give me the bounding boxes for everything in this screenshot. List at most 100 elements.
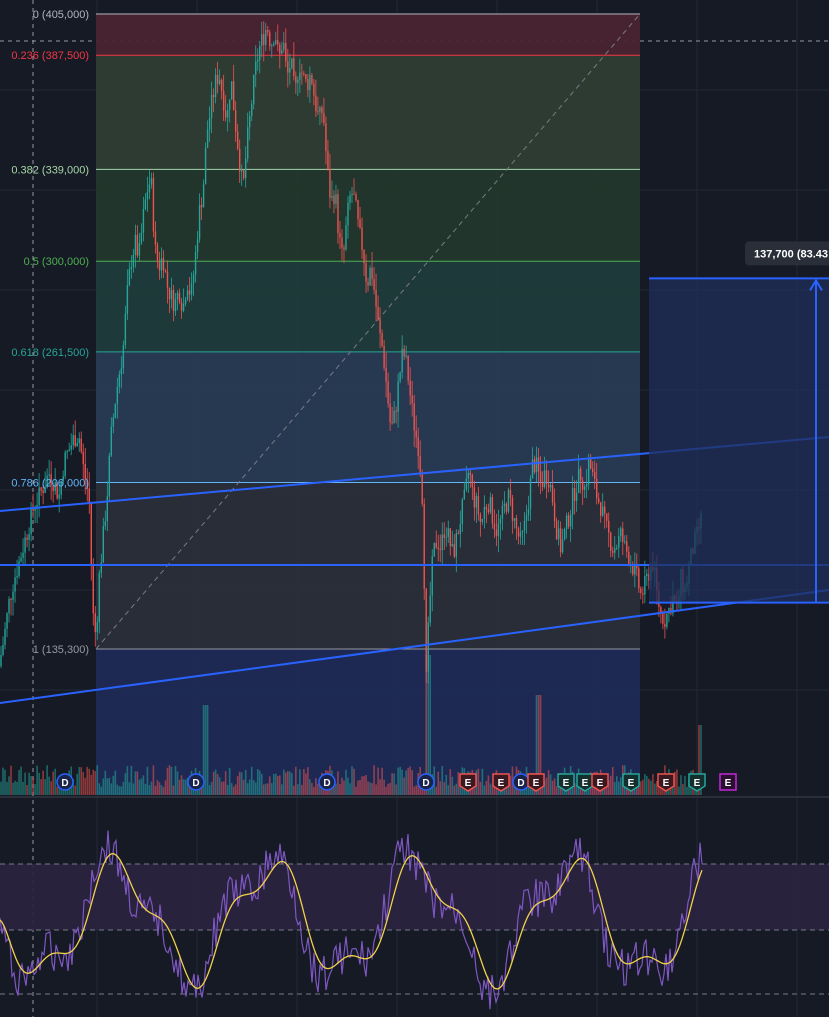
volume-bar [619, 777, 622, 795]
event-badge-label: E [498, 778, 505, 789]
volume-bar [363, 776, 365, 795]
candle-body [192, 274, 195, 284]
candle-body [257, 60, 259, 62]
candle-body [463, 489, 466, 500]
candle-body [389, 403, 391, 423]
candle-body [628, 551, 630, 564]
candle-body [48, 474, 50, 476]
candle-body [517, 528, 520, 537]
volume-bar [174, 766, 177, 795]
candle-body [297, 79, 299, 83]
chart-area[interactable]: 137,700 (83.43 DDDDEEDEEEEEEEE 0 (405,00… [0, 0, 829, 1017]
volume-bar [224, 771, 227, 795]
volume-bar [228, 767, 231, 795]
volume-bar [281, 784, 283, 795]
candle-body [626, 541, 628, 552]
event-badge-dividend[interactable]: D [512, 773, 530, 791]
candle-body [589, 458, 592, 469]
candle-body [415, 430, 417, 438]
volume-bar [166, 767, 169, 795]
volume-bar [297, 784, 299, 795]
volume-bar [485, 780, 488, 795]
candle-body [533, 459, 536, 473]
candle-body [146, 191, 149, 200]
candle-body [357, 200, 359, 220]
candle-body [130, 267, 133, 270]
volume-bar [435, 786, 438, 795]
candle-body [638, 568, 640, 589]
volume-bar [311, 783, 313, 795]
candle-body [421, 473, 423, 504]
volume-bar [648, 778, 650, 795]
volume-bar [164, 780, 167, 795]
candle-body [393, 410, 395, 424]
candle-body [118, 374, 121, 387]
candle-body [303, 73, 305, 75]
volume-bar [120, 786, 123, 795]
candle-body [166, 271, 169, 288]
candle-body [491, 497, 494, 524]
candle-body [531, 459, 534, 479]
volume-bar [54, 768, 56, 795]
candle-body [443, 534, 445, 538]
candle-body [160, 258, 163, 271]
candle-body [158, 260, 161, 271]
volume-bar [30, 776, 32, 795]
candle-body [505, 503, 508, 512]
candle-body [333, 195, 335, 204]
candle-body [200, 204, 203, 208]
candle-body [114, 403, 117, 418]
candle-body [208, 117, 211, 130]
volume-bar [128, 782, 131, 795]
price-chart[interactable]: 137,700 (83.43 DDDDEEDEEEEEEEE 0 (405,00… [0, 0, 829, 1017]
candle-body [24, 537, 26, 553]
candle-body [325, 123, 327, 152]
candle-body [255, 61, 257, 75]
candle-body [26, 537, 28, 540]
volume-bar [132, 783, 135, 795]
event-badge-dividend[interactable]: D [56, 773, 74, 791]
candle-body [640, 588, 642, 594]
event-badge-label: E [725, 778, 732, 789]
volume-bar [509, 775, 512, 795]
event-badge-dividend[interactable]: D [417, 773, 435, 791]
volume-bar [361, 776, 363, 795]
candle-body [513, 518, 516, 521]
candle-body [363, 249, 365, 264]
candle-body [469, 472, 472, 476]
volume-bar [415, 785, 417, 795]
volume-bar [148, 785, 151, 795]
candle-body [367, 281, 369, 286]
candle-body [493, 523, 496, 530]
volume-bar [162, 786, 165, 795]
candle-body [212, 94, 215, 98]
candle-body [541, 481, 544, 487]
candle-body [459, 523, 462, 535]
candle-body [210, 94, 213, 118]
candle-body [467, 472, 470, 479]
volume-bar [24, 772, 26, 795]
event-badge-dividend[interactable]: D [187, 773, 205, 791]
candle-body [196, 239, 199, 253]
volume-bar [208, 785, 211, 795]
candle-body [583, 486, 586, 490]
fib-level-label: 1 (135,300) [33, 644, 89, 656]
candle-body [269, 32, 271, 47]
volume-bar [242, 779, 245, 795]
fib-level-label: 0 (405,000) [33, 9, 89, 21]
candle-body [279, 44, 281, 54]
event-badge-dividend[interactable]: D [318, 773, 336, 791]
volume-bar [262, 784, 265, 795]
volume-bar [154, 785, 157, 795]
candle-body [395, 410, 397, 412]
measure-box[interactable] [649, 278, 829, 603]
volume-bar [142, 775, 145, 795]
volume-bar [110, 783, 113, 795]
candle-body [553, 502, 556, 521]
candle-body [68, 449, 70, 452]
candle-body [76, 442, 78, 447]
event-badge-earnings-future[interactable]: E [719, 773, 737, 791]
candle-body [106, 496, 109, 522]
volume-bar [232, 786, 235, 795]
volume-bar [407, 767, 409, 795]
